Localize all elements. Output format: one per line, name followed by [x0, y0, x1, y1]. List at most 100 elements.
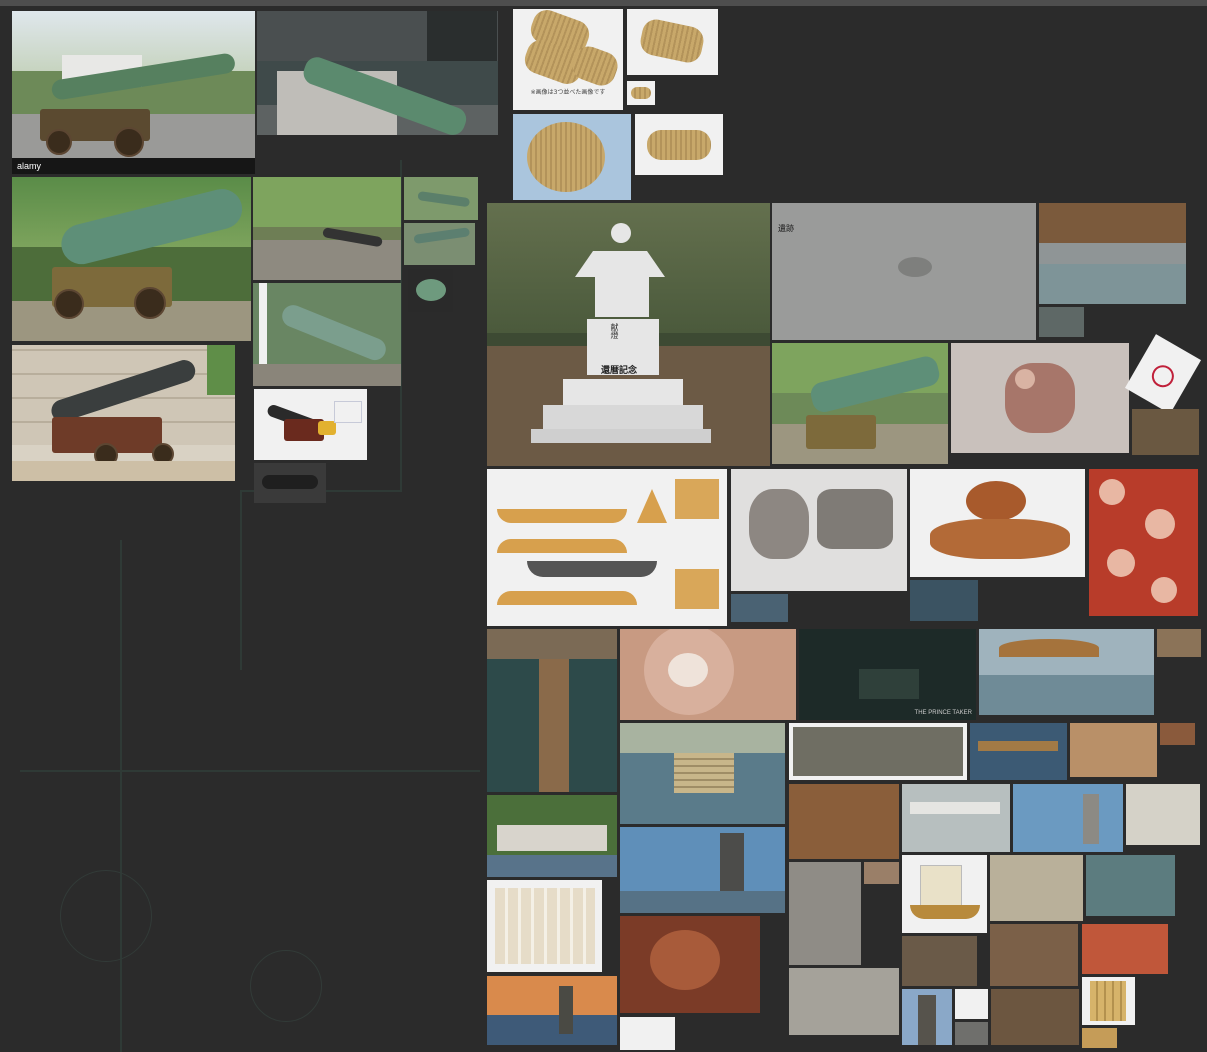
stone-fragments-image[interactable] — [731, 469, 907, 591]
ship-sketch-image[interactable] — [620, 1017, 675, 1050]
dark-game-scene-image[interactable]: THE PRINCE TAKER — [799, 629, 976, 720]
cannon-wheel — [134, 287, 166, 319]
wooden-dock-thumb[interactable] — [1132, 409, 1199, 455]
bridge-model-image[interactable] — [991, 989, 1079, 1045]
lighthouse-lantern-image[interactable] — [1013, 784, 1123, 852]
image-ground — [253, 364, 401, 386]
pier-walkway — [539, 649, 569, 792]
cannon-wall-image[interactable] — [253, 177, 401, 280]
cannon-park-image[interactable]: alamy — [12, 11, 255, 174]
lantern-base-3 — [531, 429, 711, 443]
stone-2 — [817, 489, 893, 549]
hull-piece — [497, 509, 627, 523]
sand-texture-image[interactable]: 遺跡 — [772, 203, 1036, 340]
hull-piece — [497, 539, 627, 553]
canvas-bg-line — [240, 490, 242, 670]
canvas-bg-circle — [60, 870, 152, 962]
tiny-thumb[interactable] — [1160, 723, 1195, 745]
diorama-water — [1039, 264, 1186, 304]
wooden-house-image[interactable] — [902, 936, 977, 986]
bridge-thumb[interactable] — [1157, 629, 1201, 657]
harbor-diorama-image[interactable] — [1039, 203, 1186, 304]
bridge-diorama-image[interactable] — [979, 629, 1154, 715]
boat-papercraft-image[interactable] — [487, 469, 727, 626]
sea-thumb-2[interactable] — [910, 580, 978, 621]
cannon-thumb-1[interactable] — [404, 177, 478, 220]
scene-ruins — [859, 669, 919, 699]
cannon-muzzle-thumb[interactable] — [408, 269, 453, 312]
rice-bale-small-thumb[interactable] — [627, 81, 655, 105]
stone-steps — [674, 753, 734, 793]
rice-bale-single-image[interactable] — [627, 9, 718, 75]
cannon-barrel — [417, 191, 471, 208]
harbor-ground-image[interactable] — [789, 968, 899, 1035]
stone-lantern-monument-image[interactable]: 献燈 還暦記念 — [487, 203, 770, 466]
ukiyoe-bridge-image[interactable] — [970, 723, 1067, 780]
market-diorama-image[interactable] — [1070, 723, 1157, 777]
rice-bale — [527, 122, 605, 192]
small-stone-image[interactable] — [955, 1022, 988, 1045]
rice-bale-white-image[interactable] — [635, 114, 723, 175]
bamboo-image[interactable] — [1082, 977, 1135, 1025]
cannon-model-image[interactable] — [254, 389, 367, 460]
small-charm-image[interactable] — [955, 989, 988, 1019]
ship-wreck-model-image[interactable] — [789, 784, 899, 859]
harbor-ships-image[interactable] — [990, 855, 1083, 921]
street-steps-image[interactable] — [789, 862, 861, 965]
octopus-tentacle-curl-image[interactable] — [1082, 924, 1168, 974]
sucker — [1145, 509, 1175, 539]
paper-charms-image[interactable] — [487, 880, 602, 972]
lantern-inscription-top: 献燈 — [610, 323, 619, 339]
cannon-wheel — [114, 127, 144, 157]
hull-piece-dark — [527, 561, 657, 577]
cannon-green-cafe-image[interactable] — [772, 343, 948, 464]
octopus-body — [650, 930, 720, 990]
cannon-pillar-image[interactable] — [253, 283, 401, 386]
sea-thumb[interactable] — [731, 594, 788, 622]
pier-diorama-image[interactable] — [487, 629, 617, 792]
sunset-lantern-image[interactable] — [487, 976, 617, 1045]
octopus-whole-image[interactable] — [910, 469, 1085, 577]
coastal-town-image[interactable] — [487, 795, 617, 877]
lantern-tower-image[interactable] — [902, 989, 952, 1045]
pier-model-image[interactable] — [990, 924, 1078, 986]
cannon-stone-mount-image[interactable] — [257, 11, 498, 135]
lantern-base-1 — [563, 379, 683, 405]
small-thumb-a[interactable] — [864, 862, 899, 884]
lantern-sky-image[interactable] — [620, 827, 785, 913]
footprint-shape — [898, 257, 932, 277]
octopus-tentacle-image[interactable] — [1089, 469, 1198, 616]
sucker-macro-image[interactable] — [620, 629, 796, 720]
image-trees — [253, 177, 401, 227]
shop-street-image[interactable] — [1126, 784, 1200, 845]
woodblock-panorama-image[interactable] — [789, 723, 967, 780]
image-ground — [12, 301, 251, 341]
rice-bales-three-image[interactable]: ※画像は3つ並べた画像です — [513, 9, 623, 110]
rice-bale — [637, 16, 707, 66]
cannon-thumb-2[interactable] — [404, 223, 475, 265]
sucker-hole — [1015, 369, 1035, 389]
cannon-carriage — [806, 415, 876, 449]
cannon-model-thumb[interactable] — [254, 463, 326, 503]
cannon-wheel — [54, 289, 84, 319]
bridge-deck — [978, 741, 1058, 751]
charm-grid — [495, 888, 595, 964]
cannon-wheel — [46, 129, 72, 155]
stone-steps-water-image[interactable] — [620, 723, 785, 824]
bamboo-thumb[interactable] — [1082, 1028, 1117, 1048]
octopus-red-underwater-image[interactable] — [620, 916, 760, 1013]
ship-model-image[interactable] — [902, 855, 987, 933]
cannon-barrel — [278, 301, 390, 364]
red-stamp-seal[interactable] — [1124, 334, 1202, 414]
cannon-large-green-image[interactable] — [12, 177, 251, 341]
octopus-sucker-image[interactable] — [951, 343, 1129, 453]
rice-bale — [631, 87, 651, 99]
image-water — [487, 1015, 617, 1045]
stone-bridge-image[interactable] — [902, 784, 1010, 852]
harbor-diorama-thumb[interactable] — [1039, 307, 1084, 337]
canal-diorama-image[interactable] — [1086, 855, 1175, 916]
cannon-red-carriage-image[interactable] — [12, 345, 235, 481]
rice-bale-round-image[interactable] — [513, 114, 631, 200]
lantern-tower — [559, 986, 573, 1034]
bamboo-poles — [1090, 981, 1126, 1021]
